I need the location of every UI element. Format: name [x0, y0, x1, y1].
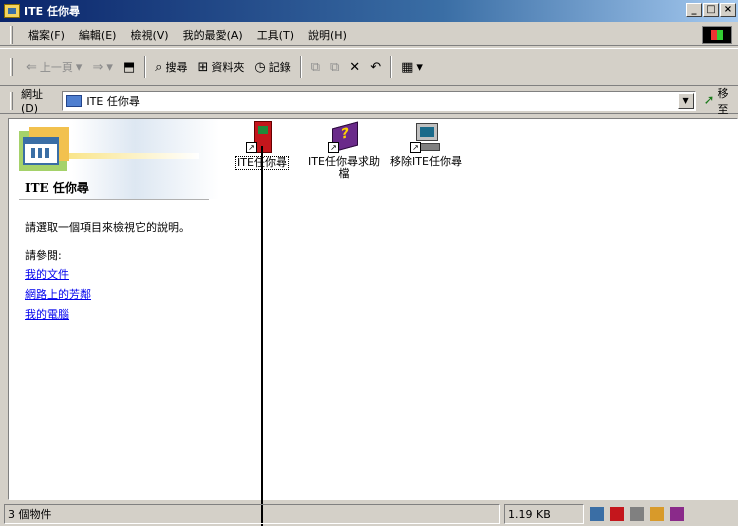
folder-view[interactable]: ITE 任你尋 請選取一個項目來檢視它的說明。 請參閱: 我的文件 網路上的芳鄰… — [8, 118, 738, 500]
address-label: 網址(D) — [20, 88, 43, 115]
standard-toolbar: ⇐ 上一頁 ▾ ⇒ ▾ ⬒ ⌕ 搜尋 ⊞ 資料夾 ◷ 記錄 ⧉ ⧉ ✕ ↶ ▦ … — [0, 48, 738, 86]
title-bar[interactable]: ITE 任你尋 _ □ × — [0, 0, 738, 22]
views-icon: ▦ — [401, 59, 414, 75]
link-my-computer[interactable]: 我的電腦 — [25, 305, 91, 325]
folders-button[interactable]: ⊞ 資料夾 — [192, 57, 249, 77]
windows-logo-icon — [702, 26, 732, 44]
forward-dropdown-icon: ▾ — [106, 59, 113, 75]
delete-icon: ✕ — [349, 59, 361, 75]
folder-icon — [66, 94, 83, 107]
toolbar-separator — [144, 56, 147, 78]
up-folder-icon: ⬒ — [122, 59, 136, 75]
mouse-cursor — [261, 146, 263, 526]
menu-edit[interactable]: 編輯(E) — [72, 25, 124, 45]
address-bar: 網址(D) ITE 任你尋 ▼ ➚ 移至 — [0, 85, 738, 117]
folder-large-icon — [15, 125, 79, 173]
see-also-links: 我的文件 網路上的芳鄰 我的電腦 — [25, 265, 91, 325]
ime-tool-icon[interactable] — [670, 507, 684, 521]
search-label: 搜尋 — [165, 61, 188, 74]
system-tray — [584, 507, 684, 521]
go-arrow-icon: ➚ — [703, 93, 715, 108]
menu-tools[interactable]: 工具(T) — [250, 25, 301, 45]
maximize-button[interactable]: □ — [703, 3, 719, 17]
file-item-help[interactable]: ↗ ITE任你尋求助檔 — [303, 121, 385, 180]
file-label: 移除ITE任你尋 — [390, 155, 462, 168]
status-bar: 3 個物件 1.19 KB — [0, 502, 738, 526]
back-button[interactable]: ⇐ 上一頁 ▾ — [21, 57, 87, 77]
address-grip[interactable] — [10, 91, 13, 110]
file-item-uninstall[interactable]: ↗ 移除ITE任你尋 — [385, 121, 467, 168]
history-button[interactable]: ◷ 記錄 — [249, 57, 295, 77]
toolbar-separator — [390, 56, 393, 78]
pen-icon[interactable] — [650, 507, 664, 521]
window-controls: _ □ × — [686, 3, 736, 17]
back-arrow-icon: ⇐ — [26, 59, 37, 75]
views-dropdown-icon: ▾ — [416, 59, 423, 75]
pane-title: ITE 任你尋 — [25, 181, 89, 195]
address-dropdown-button[interactable]: ▼ — [677, 92, 694, 109]
close-button[interactable]: × — [720, 3, 736, 17]
status-size: 1.19 KB — [504, 504, 584, 524]
undo-button[interactable]: ↶ — [365, 58, 386, 77]
toolbar-grip[interactable] — [10, 58, 13, 76]
history-icon: ◷ — [254, 59, 266, 75]
menu-file[interactable]: 檔案(F) — [21, 25, 72, 45]
status-object-count: 3 個物件 — [4, 504, 500, 524]
web-view-pane: ITE 任你尋 請選取一個項目來檢視它的說明。 請參閱: 我的文件 網路上的芳鄰… — [9, 119, 219, 499]
go-label: 移至 — [717, 86, 729, 116]
pane-divider — [19, 199, 209, 200]
copy-to-icon: ⧉ — [330, 59, 340, 75]
pane-description: 請選取一個項目來檢視它的說明。 — [25, 221, 190, 234]
folder-icon — [4, 4, 20, 18]
toolbar-separator — [299, 56, 302, 78]
address-value: ITE 任你尋 — [86, 94, 140, 108]
back-label: 上一頁 — [39, 61, 73, 74]
menu-favorites[interactable]: 我的最愛(A) — [176, 25, 250, 45]
link-network-neighborhood[interactable]: 網路上的芳鄰 — [25, 285, 91, 305]
help-book-icon: ↗ — [328, 121, 360, 153]
search-icon: ⌕ — [155, 59, 163, 75]
delete-button[interactable]: ✕ — [344, 58, 365, 77]
minimize-button[interactable]: _ — [686, 3, 702, 17]
link-my-documents[interactable]: 我的文件 — [25, 265, 91, 285]
forward-button[interactable]: ⇒ ▾ — [87, 58, 117, 77]
folders-label: 資料夾 — [211, 61, 245, 74]
menu-help[interactable]: 說明(H) — [301, 25, 354, 45]
views-button[interactable]: ▦ ▾ — [396, 58, 428, 77]
up-button[interactable]: ⬒ — [118, 58, 140, 77]
menu-grip[interactable] — [10, 25, 13, 44]
undo-icon: ↶ — [370, 59, 382, 75]
input-method-icon[interactable] — [610, 507, 624, 521]
forward-arrow-icon: ⇒ — [92, 59, 104, 75]
go-button[interactable]: ➚ 移至 — [704, 85, 738, 117]
banner-stripe — [69, 153, 199, 159]
move-to-button[interactable]: ⧉ — [306, 58, 325, 77]
menu-bar: 檔案(F) 編輯(E) 檢視(V) 我的最愛(A) 工具(T) 說明(H) — [0, 24, 738, 46]
keyboard-icon[interactable] — [630, 507, 644, 521]
menu-view[interactable]: 檢視(V) — [123, 25, 175, 45]
folders-icon: ⊞ — [197, 59, 209, 75]
back-dropdown-icon: ▾ — [75, 59, 83, 75]
history-label: 記錄 — [268, 61, 291, 74]
address-input[interactable]: ITE 任你尋 ▼ — [62, 90, 696, 111]
window-title: ITE 任你尋 — [24, 5, 80, 18]
file-label: ITE任你尋求助檔 — [308, 155, 380, 180]
uninstall-icon: ↗ — [410, 121, 442, 153]
move-to-icon: ⧉ — [310, 59, 320, 75]
language-icon[interactable] — [590, 507, 604, 521]
see-also-label: 請參閱: — [25, 249, 62, 262]
copy-to-button[interactable]: ⧉ — [325, 58, 344, 77]
search-button[interactable]: ⌕ 搜尋 — [150, 57, 192, 77]
